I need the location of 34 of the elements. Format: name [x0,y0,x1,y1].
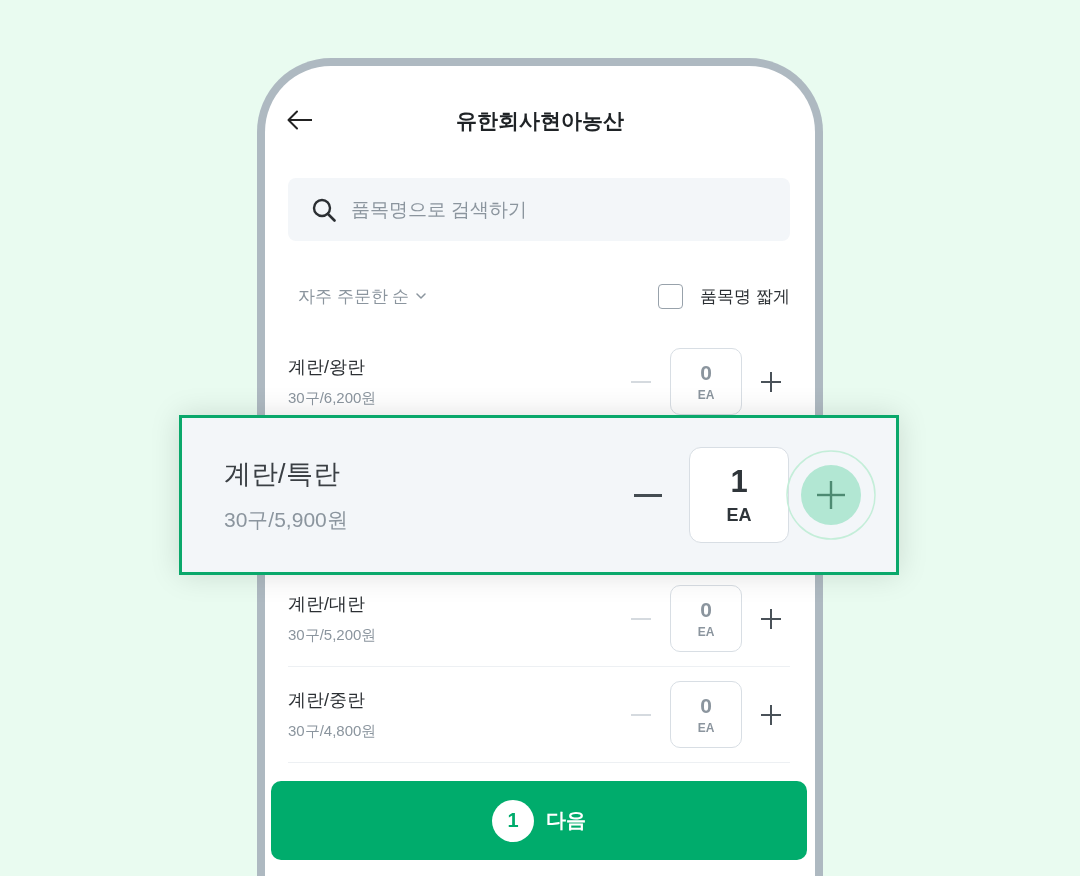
back-icon[interactable] [287,110,313,130]
item-price: 30구/6,200원 [288,389,377,408]
unit-label: EA [726,504,752,526]
search-icon [312,198,336,222]
unit-label: EA [697,388,715,402]
item-price: 30구/5,900원 [224,507,348,533]
quantity-field[interactable]: 1 EA [689,447,789,543]
chevron-down-icon [416,293,427,299]
item-price: 30구/4,800원 [288,722,377,741]
item-name: 계란/대란 [288,593,366,616]
unit-label: EA [697,625,715,639]
next-button[interactable]: 1 다음 [271,781,807,860]
quantity-field[interactable]: 0 EA [670,348,742,415]
quantity-field[interactable]: 0 EA [670,681,742,748]
plus-icon[interactable] [761,704,781,725]
page-title: 유한회사현아농산 [456,108,624,134]
item-price: 30구/5,200원 [288,626,377,645]
count-badge: 1 [492,799,534,842]
item-name: 계란/왕란 [288,356,366,379]
quantity-value: 0 [700,694,712,718]
plus-icon[interactable] [761,371,781,392]
sort-dropdown[interactable]: 자주 주문한 순 [298,284,427,308]
quantity-value: 0 [700,361,712,385]
plus-icon[interactable] [761,608,781,629]
quantity-value: 1 [730,464,748,499]
item-name: 계란/특란 [224,458,341,491]
item-name: 계란/중란 [288,689,366,712]
quantity-value: 0 [700,598,712,622]
quantity-field[interactable]: 0 EA [670,585,742,652]
minus-icon[interactable] [634,493,662,497]
search-field[interactable]: 품목명으로 검색하기 [288,178,790,241]
checkbox-label: 품목명 짧게 [700,285,790,308]
unit-label: EA [697,721,715,735]
checkbox[interactable] [658,283,684,309]
